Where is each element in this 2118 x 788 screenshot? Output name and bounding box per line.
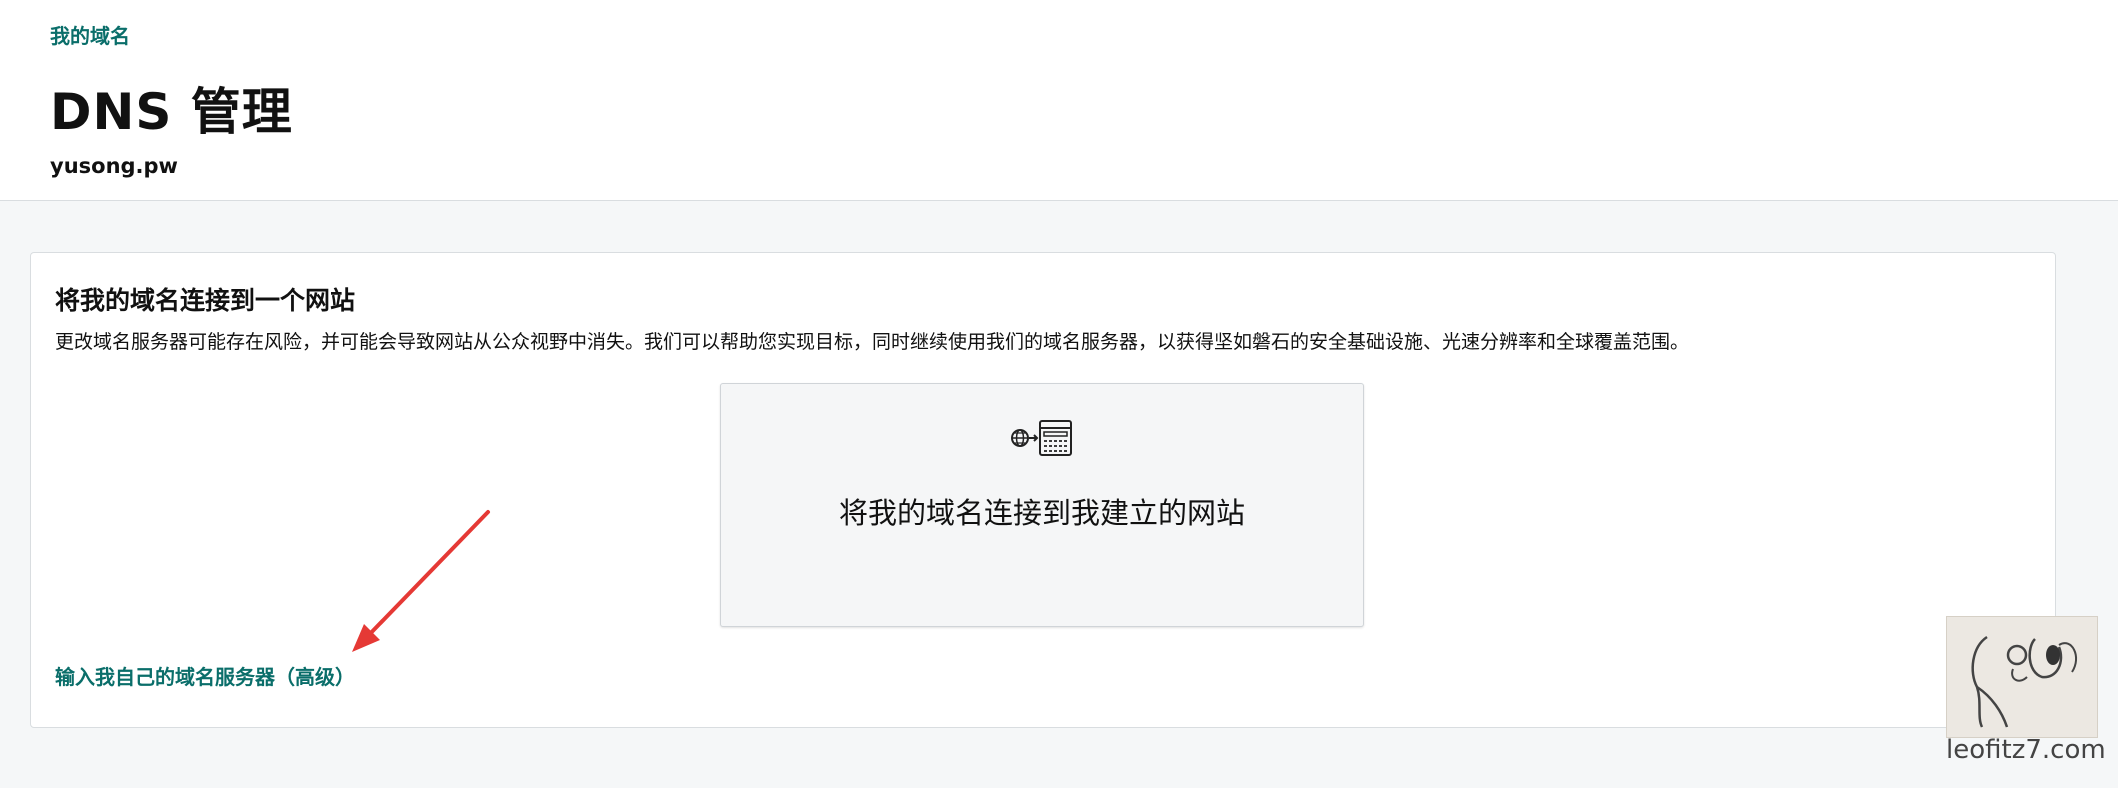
red-arrow-icon (352, 510, 490, 652)
page-header: 我的域名 DNS 管理 yusong.pw (0, 0, 2118, 201)
page-title: DNS 管理 (50, 83, 293, 141)
breadcrumb-my-domains[interactable]: 我的域名 (50, 20, 130, 49)
card-title: 将我的域名连接到一个网站 (55, 286, 356, 315)
dog-sketch-logo (1946, 616, 2098, 738)
connect-website-card: 将我的域名连接到一个网站 更改域名服务器可能存在风险，并可能会导致网站从公众视野… (30, 252, 2056, 728)
dog-sketch-icon (1971, 635, 2078, 728)
watermark-text: leofitz7.com (1946, 735, 2106, 765)
enter-own-nameservers-link[interactable]: 输入我自己的域名服务器（高级） (55, 661, 355, 690)
connect-website-option[interactable]: 将我的域名连接到我建立的网站 (720, 383, 1364, 627)
domain-name: yusong.pw (50, 154, 178, 178)
globe-website-icon (1011, 420, 1072, 456)
card-description: 更改域名服务器可能存在风险，并可能会导致网站从公众视野中消失。我们可以帮助您实现… (55, 331, 1690, 353)
connect-website-label: 将我的域名连接到我建立的网站 (838, 496, 1245, 530)
